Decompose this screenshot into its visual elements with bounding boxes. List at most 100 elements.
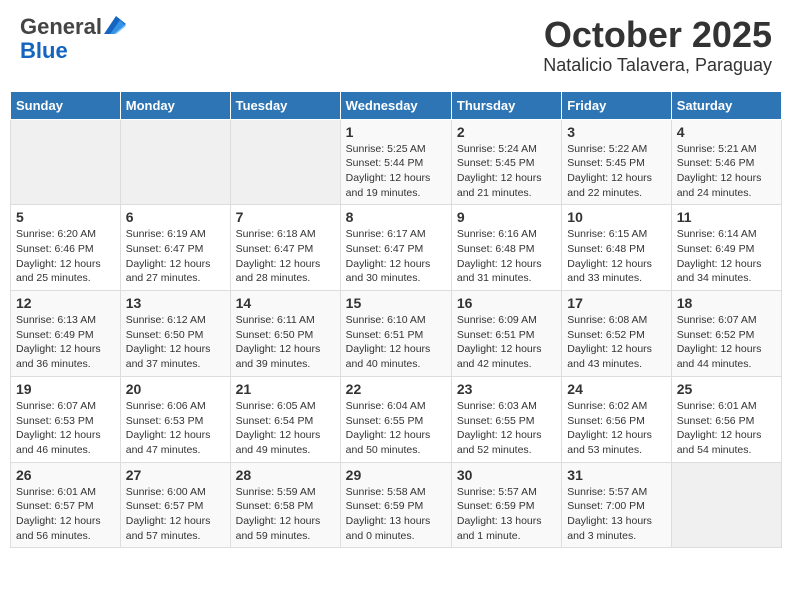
page-subtitle: Natalicio Talavera, Paraguay bbox=[543, 55, 772, 76]
calendar-day-header: Friday bbox=[562, 91, 671, 119]
calendar-day-cell bbox=[120, 119, 230, 205]
day-info: Sunrise: 6:07 AM Sunset: 6:52 PM Dayligh… bbox=[677, 313, 776, 372]
calendar-day-header: Monday bbox=[120, 91, 230, 119]
calendar-day-cell: 20 Sunrise: 6:06 AM Sunset: 6:53 PM Dayli… bbox=[120, 376, 230, 462]
day-number: 15 bbox=[346, 295, 446, 311]
day-number: 12 bbox=[16, 295, 115, 311]
calendar-day-cell: 13 Sunrise: 6:12 AM Sunset: 6:50 PM Dayli… bbox=[120, 291, 230, 377]
calendar-week-row: 5Sunrise: 6:20 AM Sunset: 6:46 PM Daylig… bbox=[11, 205, 782, 291]
day-info: Sunrise: 6:03 AM Sunset: 6:55 PM Dayligh… bbox=[457, 399, 556, 458]
calendar-day-cell: 4 Sunrise: 5:21 AM Sunset: 5:46 PM Daylig… bbox=[671, 119, 781, 205]
day-info: Sunrise: 6:11 AM Sunset: 6:50 PM Dayligh… bbox=[236, 313, 335, 372]
calendar-week-row: 12 Sunrise: 6:13 AM Sunset: 6:49 PM Dayli… bbox=[11, 291, 782, 377]
calendar-day-cell: 8Sunrise: 6:17 AM Sunset: 6:47 PM Daylig… bbox=[340, 205, 451, 291]
calendar-day-cell bbox=[11, 119, 121, 205]
logo: General Blue bbox=[20, 15, 126, 63]
calendar-week-row: 1 Sunrise: 5:25 AM Sunset: 5:44 PM Daylig… bbox=[11, 119, 782, 205]
logo-general-text: General bbox=[20, 15, 102, 39]
day-number: 30 bbox=[457, 467, 556, 483]
day-number: 13 bbox=[126, 295, 225, 311]
day-info: Sunrise: 6:09 AM Sunset: 6:51 PM Dayligh… bbox=[457, 313, 556, 372]
calendar-day-cell: 2 Sunrise: 5:24 AM Sunset: 5:45 PM Daylig… bbox=[451, 119, 561, 205]
day-info: Sunrise: 6:02 AM Sunset: 6:56 PM Dayligh… bbox=[567, 399, 665, 458]
day-number: 19 bbox=[16, 381, 115, 397]
day-info: Sunrise: 6:06 AM Sunset: 6:53 PM Dayligh… bbox=[126, 399, 225, 458]
day-info: Sunrise: 6:01 AM Sunset: 6:57 PM Dayligh… bbox=[16, 485, 115, 544]
day-number: 1 bbox=[346, 124, 446, 140]
day-number: 6 bbox=[126, 209, 225, 225]
calendar-day-header: Thursday bbox=[451, 91, 561, 119]
calendar-day-cell: 1 Sunrise: 5:25 AM Sunset: 5:44 PM Daylig… bbox=[340, 119, 451, 205]
day-number: 23 bbox=[457, 381, 556, 397]
day-number: 21 bbox=[236, 381, 335, 397]
calendar-day-cell: 18Sunrise: 6:07 AM Sunset: 6:52 PM Dayli… bbox=[671, 291, 781, 377]
day-number: 17 bbox=[567, 295, 665, 311]
day-number: 16 bbox=[457, 295, 556, 311]
day-info: Sunrise: 5:57 AM Sunset: 7:00 PM Dayligh… bbox=[567, 485, 665, 544]
calendar-day-cell: 23 Sunrise: 6:03 AM Sunset: 6:55 PM Dayli… bbox=[451, 376, 561, 462]
day-number: 25 bbox=[677, 381, 776, 397]
calendar-day-cell: 16 Sunrise: 6:09 AM Sunset: 6:51 PM Dayli… bbox=[451, 291, 561, 377]
calendar-day-cell: 12 Sunrise: 6:13 AM Sunset: 6:49 PM Dayli… bbox=[11, 291, 121, 377]
day-info: Sunrise: 5:24 AM Sunset: 5:45 PM Dayligh… bbox=[457, 142, 556, 201]
day-number: 4 bbox=[677, 124, 776, 140]
calendar-header-row: SundayMondayTuesdayWednesdayThursdayFrid… bbox=[11, 91, 782, 119]
day-info: Sunrise: 6:14 AM Sunset: 6:49 PM Dayligh… bbox=[677, 227, 776, 286]
calendar-week-row: 26 Sunrise: 6:01 AM Sunset: 6:57 PM Dayli… bbox=[11, 462, 782, 548]
day-number: 11 bbox=[677, 209, 776, 225]
calendar-day-cell: 14 Sunrise: 6:11 AM Sunset: 6:50 PM Dayli… bbox=[230, 291, 340, 377]
day-info: Sunrise: 6:01 AM Sunset: 6:56 PM Dayligh… bbox=[677, 399, 776, 458]
calendar-day-cell bbox=[671, 462, 781, 548]
calendar-day-cell: 25 Sunrise: 6:01 AM Sunset: 6:56 PM Dayli… bbox=[671, 376, 781, 462]
day-info: Sunrise: 6:08 AM Sunset: 6:52 PM Dayligh… bbox=[567, 313, 665, 372]
day-number: 8 bbox=[346, 209, 446, 225]
day-number: 5 bbox=[16, 209, 115, 225]
calendar-day-cell: 26 Sunrise: 6:01 AM Sunset: 6:57 PM Dayli… bbox=[11, 462, 121, 548]
day-number: 29 bbox=[346, 467, 446, 483]
day-info: Sunrise: 6:19 AM Sunset: 6:47 PM Dayligh… bbox=[126, 227, 225, 286]
calendar-day-cell: 24 Sunrise: 6:02 AM Sunset: 6:56 PM Dayli… bbox=[562, 376, 671, 462]
page-header: General Blue October 2025 Natalicio Tala… bbox=[10, 10, 782, 81]
calendar-day-cell: 19 Sunrise: 6:07 AM Sunset: 6:53 PM Dayli… bbox=[11, 376, 121, 462]
day-info: Sunrise: 6:12 AM Sunset: 6:50 PM Dayligh… bbox=[126, 313, 225, 372]
title-block: October 2025 Natalicio Talavera, Paragua… bbox=[543, 15, 772, 76]
day-info: Sunrise: 5:21 AM Sunset: 5:46 PM Dayligh… bbox=[677, 142, 776, 201]
calendar-day-cell: 30 Sunrise: 5:57 AM Sunset: 6:59 PM Dayli… bbox=[451, 462, 561, 548]
day-info: Sunrise: 6:07 AM Sunset: 6:53 PM Dayligh… bbox=[16, 399, 115, 458]
day-info: Sunrise: 5:57 AM Sunset: 6:59 PM Dayligh… bbox=[457, 485, 556, 544]
day-info: Sunrise: 6:10 AM Sunset: 6:51 PM Dayligh… bbox=[346, 313, 446, 372]
calendar-table: SundayMondayTuesdayWednesdayThursdayFrid… bbox=[10, 91, 782, 549]
calendar-day-cell: 28Sunrise: 5:59 AM Sunset: 6:58 PM Dayli… bbox=[230, 462, 340, 548]
day-number: 3 bbox=[567, 124, 665, 140]
day-number: 24 bbox=[567, 381, 665, 397]
day-info: Sunrise: 5:25 AM Sunset: 5:44 PM Dayligh… bbox=[346, 142, 446, 201]
calendar-day-header: Wednesday bbox=[340, 91, 451, 119]
day-info: Sunrise: 6:13 AM Sunset: 6:49 PM Dayligh… bbox=[16, 313, 115, 372]
day-info: Sunrise: 6:04 AM Sunset: 6:55 PM Dayligh… bbox=[346, 399, 446, 458]
day-info: Sunrise: 5:59 AM Sunset: 6:58 PM Dayligh… bbox=[236, 485, 335, 544]
calendar-week-row: 19 Sunrise: 6:07 AM Sunset: 6:53 PM Dayli… bbox=[11, 376, 782, 462]
calendar-day-cell: 27Sunrise: 6:00 AM Sunset: 6:57 PM Dayli… bbox=[120, 462, 230, 548]
calendar-day-cell: 6 Sunrise: 6:19 AM Sunset: 6:47 PM Daylig… bbox=[120, 205, 230, 291]
day-info: Sunrise: 6:15 AM Sunset: 6:48 PM Dayligh… bbox=[567, 227, 665, 286]
day-number: 2 bbox=[457, 124, 556, 140]
calendar-day-cell: 21Sunrise: 6:05 AM Sunset: 6:54 PM Dayli… bbox=[230, 376, 340, 462]
day-number: 14 bbox=[236, 295, 335, 311]
calendar-day-cell: 7Sunrise: 6:18 AM Sunset: 6:47 PM Daylig… bbox=[230, 205, 340, 291]
day-info: Sunrise: 5:58 AM Sunset: 6:59 PM Dayligh… bbox=[346, 485, 446, 544]
day-number: 10 bbox=[567, 209, 665, 225]
calendar-day-cell: 3 Sunrise: 5:22 AM Sunset: 5:45 PM Daylig… bbox=[562, 119, 671, 205]
logo-wing-icon bbox=[104, 16, 126, 34]
calendar-day-cell: 9Sunrise: 6:16 AM Sunset: 6:48 PM Daylig… bbox=[451, 205, 561, 291]
logo-blue-text: Blue bbox=[20, 38, 68, 63]
calendar-day-cell: 29 Sunrise: 5:58 AM Sunset: 6:59 PM Dayli… bbox=[340, 462, 451, 548]
day-number: 20 bbox=[126, 381, 225, 397]
day-number: 31 bbox=[567, 467, 665, 483]
calendar-day-header: Tuesday bbox=[230, 91, 340, 119]
day-number: 26 bbox=[16, 467, 115, 483]
day-info: Sunrise: 5:22 AM Sunset: 5:45 PM Dayligh… bbox=[567, 142, 665, 201]
calendar-day-header: Sunday bbox=[11, 91, 121, 119]
calendar-day-cell: 31 Sunrise: 5:57 AM Sunset: 7:00 PM Dayli… bbox=[562, 462, 671, 548]
calendar-day-cell: 15 Sunrise: 6:10 AM Sunset: 6:51 PM Dayli… bbox=[340, 291, 451, 377]
calendar-day-header: Saturday bbox=[671, 91, 781, 119]
